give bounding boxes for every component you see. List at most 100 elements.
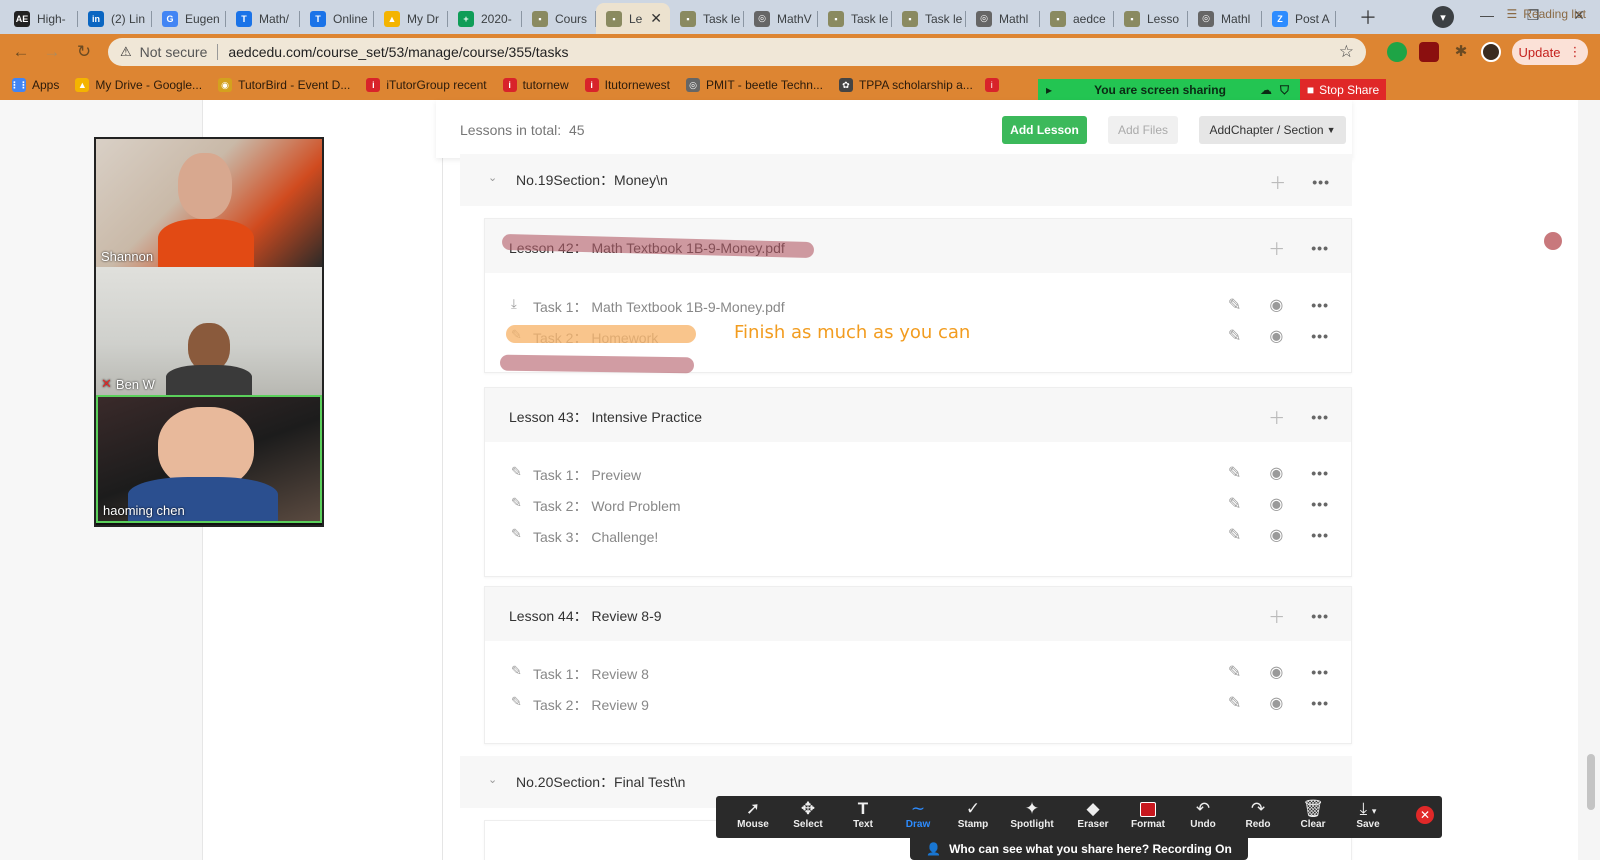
edit-icon[interactable]: ✎ — [1228, 494, 1241, 514]
browser-tab[interactable]: T Online — [300, 3, 374, 34]
browser-tab[interactable]: ◎ MathV — [744, 3, 818, 34]
bookmark-item[interactable]: i iTutorGroup recent — [358, 78, 494, 92]
spotlight-tool[interactable]: ✦ Spotlight — [1001, 798, 1063, 836]
undo-tool[interactable]: ↶ Undo — [1176, 798, 1230, 836]
browser-tab[interactable]: ▪ Task le — [892, 3, 966, 34]
puzzle-icon[interactable]: ✱ — [1451, 42, 1471, 62]
scrollbar-thumb[interactable] — [1587, 754, 1595, 810]
more-icon[interactable]: ••• — [1311, 608, 1329, 624]
task-row[interactable]: ✎ Task 3： Challenge! ✎ ◉ ••• — [485, 519, 1351, 550]
add-chapter-section-button[interactable]: AddChapter / Section ▼ — [1199, 116, 1346, 144]
close-annotation-button[interactable]: ✕ — [1416, 806, 1434, 824]
task-row[interactable]: ✎ Task 2： Word Problem ✎ ◉ ••• — [485, 488, 1351, 519]
browser-tab[interactable]: +2020- — [448, 3, 522, 34]
avatar[interactable] — [1481, 42, 1501, 62]
reading-list[interactable]: ☰ Reading list — [1507, 7, 1586, 21]
add-icon[interactable]: ＋ — [1268, 603, 1285, 628]
participant-video[interactable]: haoming chen — [96, 395, 322, 523]
mouse-tool[interactable]: ➚ Mouse — [726, 798, 780, 836]
redo-tool[interactable]: ↷ Redo — [1231, 798, 1285, 836]
address-bar[interactable]: ⚠ Not secure aedcedu.com/course_set/53/m… — [108, 38, 1366, 66]
more-icon[interactable]: ••• — [1311, 240, 1329, 256]
browser-tab[interactable]: ▪ aedce — [1040, 3, 1114, 34]
reload-icon[interactable]: ↻ — [73, 41, 95, 63]
task-row[interactable]: ✎ Task 2： Review 9 ✎ ◉ ••• — [485, 687, 1351, 718]
edit-icon[interactable]: ✎ — [1228, 662, 1241, 682]
browser-tab[interactable]: ◎ Mathl — [966, 3, 1040, 34]
itutor-icon[interactable]: i — [984, 78, 999, 92]
text-tool[interactable]: T Text — [836, 798, 890, 836]
browser-tab[interactable]: ▪ Task le — [818, 3, 892, 34]
browser-tab[interactable]: ▲ My Dr — [374, 3, 448, 34]
bookmark-item[interactable]: ✿ TPPA scholarship a... — [831, 78, 981, 92]
browser-tab[interactable]: in (2) Lin — [78, 3, 152, 34]
draw-tool[interactable]: ∼ Draw — [891, 798, 945, 836]
preview-eye-icon[interactable]: ◉ — [1269, 295, 1283, 315]
new-tab-button[interactable]: ＋ — [1355, 4, 1381, 30]
bookmark-item[interactable]: ◎ PMIT - beetle Techn... — [678, 78, 831, 92]
preview-eye-icon[interactable]: ◉ — [1269, 326, 1283, 346]
browser-tab[interactable]: ▪ Task le — [670, 3, 744, 34]
add-lesson-button[interactable]: Add Lesson — [1002, 116, 1087, 144]
stamp-tool[interactable]: ✓ Stamp — [946, 798, 1000, 836]
browser-tab[interactable]: ▪ Lesso — [1114, 3, 1188, 34]
tab-search-button[interactable]: ▾ — [1432, 6, 1454, 28]
select-tool[interactable]: ✥ Select — [781, 798, 835, 836]
more-icon[interactable]: ••• — [1311, 496, 1329, 512]
participant-video[interactable]: ✕ Ben W — [96, 267, 322, 395]
more-icon[interactable]: ••• — [1311, 527, 1329, 543]
more-icon[interactable]: ••• — [1311, 695, 1329, 711]
update-button[interactable]: Update ⋮ — [1512, 39, 1588, 65]
browser-tab[interactable]: ▪ Cours — [522, 3, 596, 34]
browser-tab[interactable]: AE High- — [4, 3, 78, 34]
bookmark-star-icon[interactable]: ☆ — [1339, 42, 1354, 62]
format-tool[interactable]: Format — [1121, 798, 1175, 836]
more-icon[interactable]: ••• — [1311, 297, 1329, 313]
bookmark-item[interactable]: i tutornew — [495, 78, 577, 92]
preview-eye-icon[interactable]: ◉ — [1269, 662, 1283, 682]
lesson-header[interactable]: Lesson 43： Intensive Practice ＋ ••• — [485, 388, 1351, 442]
eraser-tool[interactable]: ◆ Eraser — [1066, 798, 1120, 836]
preview-eye-icon[interactable]: ◉ — [1269, 463, 1283, 483]
task-row[interactable]: ⤓ Task 1： Math Textbook 1B-9-Money.pdf ✎… — [485, 289, 1351, 320]
browser-tab[interactable]: ◎ Mathl — [1188, 3, 1262, 34]
save-tool[interactable]: ⤓ ▾ Save — [1341, 798, 1395, 836]
browser-tab[interactable]: T Math/ — [226, 3, 300, 34]
edit-icon[interactable]: ✎ — [1228, 525, 1241, 545]
stop-share-button[interactable]: ■ Stop Share — [1300, 79, 1386, 101]
more-icon[interactable]: ••• — [1311, 328, 1329, 344]
chevron-down-icon[interactable]: ⌄ — [488, 171, 497, 184]
ublock-icon[interactable] — [1419, 42, 1439, 62]
participant-video-panel[interactable]: Shannon ✕ Ben W haoming chen — [94, 137, 324, 527]
clear-tool[interactable]: 🗑 Clear — [1286, 798, 1340, 836]
add-icon[interactable]: ＋ — [1269, 169, 1286, 194]
add-icon[interactable]: ＋ — [1268, 235, 1285, 260]
recording-status-bar[interactable]: 👤 Who can see what you share here? Recor… — [910, 838, 1248, 860]
drag-handle-icon[interactable]: ▸ — [1038, 83, 1060, 97]
edit-icon[interactable]: ✎ — [1228, 326, 1241, 346]
task-row[interactable]: ✎ Task 1： Review 8 ✎ ◉ ••• — [485, 656, 1351, 687]
bookmark-item[interactable]: ▲ My Drive - Google... — [67, 78, 210, 92]
browser-tab[interactable]: Z Post A — [1262, 3, 1336, 34]
participant-video[interactable]: Shannon — [96, 139, 322, 267]
lesson-header[interactable]: Lesson 44： Review 8-9 ＋ ••• — [485, 587, 1351, 641]
bookmark-item[interactable]: i Itutornewest — [577, 78, 678, 92]
more-icon[interactable]: ••• — [1311, 409, 1329, 425]
back-icon[interactable]: ← — [10, 41, 32, 63]
more-icon[interactable]: ••• — [1311, 465, 1329, 481]
more-icon[interactable]: ••• — [1312, 174, 1330, 190]
edit-icon[interactable]: ✎ — [1228, 295, 1241, 315]
browser-tab[interactable]: G Eugen — [152, 3, 226, 34]
extension-icon[interactable] — [1387, 42, 1407, 62]
forward-icon[interactable]: → — [41, 41, 63, 63]
add-files-button[interactable]: Add Files — [1108, 116, 1178, 144]
close-tab-icon[interactable]: ✕ — [650, 10, 662, 27]
preview-eye-icon[interactable]: ◉ — [1269, 494, 1283, 514]
task-row[interactable]: ✎ Task 1： Preview ✎ ◉ ••• — [485, 457, 1351, 488]
browser-tab[interactable]: ▪ Le ✕ — [596, 3, 670, 34]
bookmark-item[interactable]: ⋮⋮ Apps — [0, 78, 67, 92]
add-icon[interactable]: ＋ — [1268, 404, 1285, 429]
preview-eye-icon[interactable]: ◉ — [1269, 693, 1283, 713]
bookmark-item[interactable]: ◉ TutorBird - Event D... — [210, 78, 358, 92]
section-row[interactable]: ⌄ No.19Section：Money\n ＋ ••• — [460, 154, 1352, 206]
